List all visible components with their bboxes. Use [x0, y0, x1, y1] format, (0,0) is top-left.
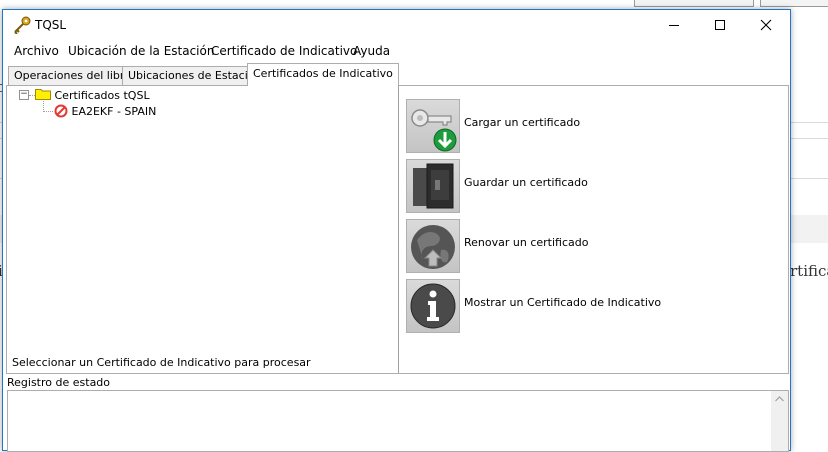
save-certificate-action[interactable]: Guardar un certificado [402, 159, 782, 215]
safe-icon[interactable] [406, 159, 460, 213]
menu-archivo[interactable]: Archivo [14, 44, 59, 58]
close-button[interactable] [743, 10, 789, 40]
selection-hint: Seleccionar un Certificado de Indicativo… [12, 356, 311, 369]
menu-bar: Archivo Ubicación de la Estación Certifi… [3, 41, 790, 61]
renew-certificate-label: Renovar un certificado [464, 236, 589, 249]
load-certificate-action[interactable]: Cargar un certificado [402, 99, 782, 155]
tree-item-certificate[interactable]: EA2EKF - SPAIN [54, 104, 156, 118]
minimize-icon [669, 25, 679, 26]
tab-operaciones[interactable]: Operaciones del libro [8, 66, 137, 85]
no-entry-icon [54, 104, 68, 118]
certificate-tree-pane: − Certificados tQSL EA2EKF - SPAIN Selec… [7, 86, 398, 373]
tree-item-label: EA2EKF - SPAIN [71, 105, 157, 118]
folder-icon [35, 89, 51, 100]
globe-icon[interactable] [406, 219, 460, 273]
save-certificate-label: Guardar un certificado [464, 176, 588, 189]
menu-ubicacion[interactable]: Ubicación de la Estación [68, 44, 214, 58]
tqsl-window: TQSL Archivo Ubicación de la Estación Ce… [2, 9, 791, 452]
tree-collapse-button[interactable]: − [19, 90, 29, 100]
tree-root[interactable]: Certificados tQSL [35, 88, 150, 102]
status-log[interactable] [7, 390, 789, 452]
key-download-icon[interactable] [406, 99, 460, 153]
key-icon [14, 16, 31, 34]
tab-ubicaciones[interactable]: Ubicaciones de Estación [122, 66, 268, 85]
maximize-icon [715, 20, 725, 30]
log-scrollbar[interactable] [771, 391, 788, 451]
show-certificate-action[interactable]: Mostrar un Certificado de Indicativo [402, 279, 782, 335]
background-button[interactable] [634, 0, 754, 7]
window-title: TQSL [35, 18, 67, 32]
maximize-button[interactable] [697, 10, 743, 40]
close-icon [760, 19, 772, 31]
title-bar[interactable]: TQSL [3, 10, 790, 40]
tab-strip: Operaciones del libro Ubicaciones de Est… [3, 62, 790, 86]
minimize-button[interactable] [651, 10, 697, 40]
show-certificate-label: Mostrar un Certificado de Indicativo [464, 296, 662, 309]
background-button[interactable] [760, 0, 828, 7]
background-text: rtifica [790, 262, 828, 280]
info-icon[interactable] [406, 279, 460, 333]
scroll-up-icon[interactable] [775, 395, 784, 403]
actions-pane: Cargar un certificado Guardar un certifi… [402, 86, 788, 373]
renew-certificate-action[interactable]: Renovar un certificado [402, 219, 782, 275]
menu-certificado[interactable]: Certificado de Indicativo [211, 44, 357, 58]
status-log-label: Registro de estado [7, 376, 111, 389]
certificates-panel: − Certificados tQSL EA2EKF - SPAIN Selec… [6, 85, 789, 374]
tree-root-label: Certificados tQSL [54, 89, 150, 102]
tree-connector [43, 111, 53, 112]
tab-certificados[interactable]: Certificados de Indicativo [247, 63, 399, 86]
load-certificate-label: Cargar un certificado [464, 116, 581, 129]
menu-ayuda[interactable]: Ayuda [353, 44, 390, 58]
